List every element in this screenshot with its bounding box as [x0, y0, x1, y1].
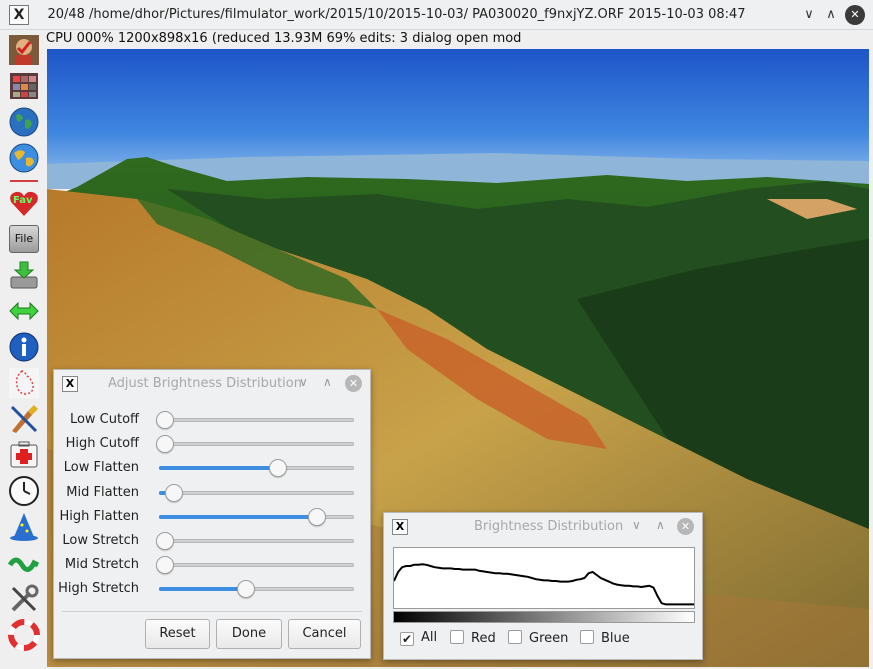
slider-label: High Stretch: [58, 581, 139, 597]
checkbox-all[interactable]: ✔ All: [400, 630, 437, 648]
slider-list: Low Cutoff High Cutoff Low Flatten Mid Flat…: [54, 408, 372, 608]
grayscale-gradient: [393, 611, 695, 623]
clock-icon[interactable]: [8, 475, 40, 507]
slider-fill: [159, 587, 250, 592]
dialog-maximize-icon[interactable]: ∧: [323, 375, 332, 389]
slider-track[interactable]: [156, 532, 354, 550]
slider-row: High Cutoff: [54, 432, 372, 456]
checkbox-green[interactable]: Green: [508, 630, 568, 648]
tools-icon[interactable]: [8, 583, 40, 615]
slider-row: Low Cutoff: [54, 408, 372, 432]
adjust-brightness-dialog: X Adjust Brightness Distribution ∨ ∧ ✕ L…: [53, 369, 371, 659]
checkmark-icon[interactable]: ✔: [400, 632, 414, 646]
lasso-icon[interactable]: [8, 367, 40, 399]
slider-label: Mid Flatten: [66, 484, 139, 500]
hist-title-bar: X Brightness Distribution ∨ ∧ ✕: [384, 513, 702, 541]
checkbox-box[interactable]: [580, 630, 594, 644]
globe-2-icon[interactable]: [8, 142, 40, 174]
checkbox-box[interactable]: [508, 630, 522, 644]
checkbox-label: All: [421, 630, 438, 645]
slider-label: High Cutoff: [65, 436, 139, 452]
slider-row: Low Flatten: [54, 456, 372, 480]
sidebar-divider: [10, 180, 38, 182]
dialog-minimize-icon[interactable]: ∨: [299, 375, 308, 389]
main-window: X 20/48 /home/dhor/Pictures/filmulator_w…: [0, 0, 873, 669]
done-button[interactable]: Done: [216, 619, 282, 649]
hist-minimize-icon[interactable]: ∨: [632, 518, 641, 532]
brightness-distribution-dialog: X Brightness Distribution ∨ ∧ ✕ ✔ All Red G…: [383, 512, 703, 660]
file-label: File: [9, 225, 39, 253]
dialog-app-icon: X: [62, 376, 78, 392]
window-title: 20/48 /home/dhor/Pictures/filmulator_wor…: [47, 7, 746, 22]
wizard-icon[interactable]: [8, 511, 40, 543]
globe-icon[interactable]: [8, 106, 40, 138]
cancel-button[interactable]: Cancel: [288, 619, 361, 649]
slider-track[interactable]: [156, 435, 354, 454]
portrait-icon[interactable]: [8, 34, 40, 66]
slider-track[interactable]: [159, 459, 354, 478]
hist-title: Brightness Distribution: [474, 519, 624, 534]
dialog-separator: [62, 611, 362, 612]
fav-icon[interactable]: Fav: [8, 187, 40, 219]
app-icon[interactable]: X: [9, 5, 29, 25]
hist-maximize-icon[interactable]: ∧: [656, 518, 665, 532]
file-icon[interactable]: File: [8, 223, 40, 255]
histogram-curve: [393, 563, 694, 606]
slider-row: High Stretch: [54, 577, 372, 601]
dialog-title-bar: X Adjust Brightness Distribution ∨ ∧ ✕: [54, 370, 370, 398]
status-bar: CPU 000% 1200x898x16 (reduced 13.93M 69%…: [46, 31, 522, 46]
checkbox-label: Red: [471, 631, 496, 646]
slider-row: Mid Stretch: [54, 553, 372, 577]
slider-track[interactable]: [159, 580, 354, 599]
dialog-close-icon[interactable]: ✕: [345, 375, 362, 392]
slider-label: Mid Stretch: [64, 557, 139, 573]
slider-row: High Flatten: [54, 505, 372, 529]
checkbox-label: Green: [529, 631, 569, 646]
checkbox-red[interactable]: Red: [450, 630, 496, 648]
slider-handle[interactable]: [156, 556, 174, 575]
wave-icon[interactable]: [8, 547, 40, 579]
fav-label: Fav: [13, 195, 33, 206]
slider-label: Low Cutoff: [69, 412, 139, 427]
slider-handle[interactable]: [164, 483, 183, 502]
checkbox-box[interactable]: [450, 630, 464, 644]
slider-track[interactable]: [159, 483, 354, 502]
slider-label: Low Flatten: [63, 460, 139, 476]
slider-handle[interactable]: [237, 580, 256, 599]
slider-track[interactable]: [159, 507, 354, 526]
slider-handle[interactable]: [156, 532, 174, 550]
slider-track[interactable]: [156, 411, 354, 429]
minimize-button[interactable]: ∨: [800, 6, 818, 24]
histogram-plot: [393, 547, 695, 609]
slider-handle[interactable]: [308, 507, 327, 526]
first-aid-icon[interactable]: [8, 439, 40, 471]
hist-close-icon[interactable]: ✕: [677, 518, 694, 535]
save-icon[interactable]: [8, 259, 40, 291]
slider-track[interactable]: [156, 556, 354, 575]
arrows-icon[interactable]: [8, 295, 40, 327]
slider-label: High Flatten: [59, 508, 140, 524]
close-button[interactable]: ✕: [845, 5, 865, 25]
hist-app-icon: X: [392, 519, 408, 535]
slider-fill: [159, 466, 282, 471]
maximize-button[interactable]: ∧: [822, 6, 840, 24]
slider-label: Low Stretch: [62, 533, 139, 548]
slider-handle[interactable]: [156, 411, 174, 429]
checkbox-label: Blue: [601, 631, 630, 646]
paint-icon[interactable]: [8, 403, 40, 435]
lifebuoy-icon[interactable]: [8, 619, 40, 651]
info-icon[interactable]: [8, 331, 40, 363]
title-bar: X 20/48 /home/dhor/Pictures/filmulator_w…: [0, 0, 873, 30]
dialog-title: Adjust Brightness Distribution: [108, 376, 302, 391]
slider-fill: [159, 514, 321, 519]
slider-row: Mid Flatten: [54, 481, 372, 505]
slider-row: Low Stretch: [54, 529, 372, 553]
checkbox-blue[interactable]: Blue: [580, 630, 630, 648]
slider-handle[interactable]: [156, 435, 174, 454]
slider-handle[interactable]: [269, 459, 288, 478]
channel-checkboxes: ✔ All Red Green Blue: [400, 630, 700, 648]
reset-button[interactable]: Reset: [145, 619, 210, 649]
filmstrip-icon[interactable]: [8, 70, 40, 102]
